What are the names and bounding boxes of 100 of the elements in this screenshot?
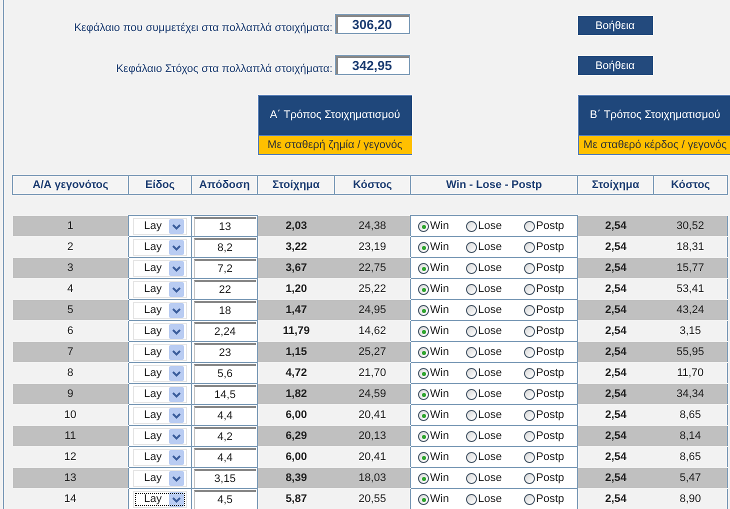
- odds-field[interactable]: 4,4: [194, 406, 256, 424]
- outcome-radio[interactable]: Lose: [466, 325, 524, 337]
- table-cell: 18,03: [358, 472, 386, 484]
- table-cell: 8: [67, 367, 74, 379]
- odds-field[interactable]: 18: [194, 300, 256, 320]
- table-cell: 24,38: [358, 220, 386, 232]
- outcome-radio[interactable]: Postp: [524, 493, 564, 505]
- outcome-radio[interactable]: Win: [418, 451, 466, 463]
- outcome-radio[interactable]: Win: [418, 493, 466, 505]
- outcome-radio[interactable]: Lose: [466, 430, 524, 442]
- outcome-radio[interactable]: Win: [418, 430, 466, 442]
- outcome-radio[interactable]: Win: [418, 472, 466, 484]
- table-cell: 8,65: [680, 409, 701, 421]
- table-cell: 9: [67, 388, 74, 400]
- table-cell: 20,55: [358, 493, 386, 505]
- table-cell: 11,70: [676, 367, 704, 379]
- outcome-radio[interactable]: Lose: [466, 346, 524, 358]
- odds-field[interactable]: 13: [194, 216, 256, 236]
- table-cell: 7: [67, 346, 74, 358]
- outcome-radio[interactable]: Postp: [524, 367, 564, 379]
- chevron-down-icon: [169, 450, 184, 464]
- type-dropdown[interactable]: Lay: [133, 490, 187, 508]
- table-cell: 6,00: [286, 451, 307, 463]
- table-cell: 3: [67, 262, 74, 274]
- outcome-radio[interactable]: Postp: [524, 241, 564, 253]
- column-header: Στοίχημα: [578, 176, 654, 194]
- outcome-radio[interactable]: Win: [418, 346, 466, 358]
- type-dropdown[interactable]: Lay: [133, 302, 187, 318]
- odds-field[interactable]: 14,5: [194, 384, 256, 404]
- outcome-radio[interactable]: Postp: [524, 430, 564, 442]
- outcome-radio[interactable]: Postp: [524, 409, 564, 421]
- outcome-radio[interactable]: Postp: [524, 283, 564, 295]
- outcome-radio[interactable]: Lose: [466, 220, 524, 232]
- odds-field[interactable]: 2,24: [194, 322, 256, 340]
- outcome-radio[interactable]: Postp: [524, 304, 564, 316]
- help-button[interactable]: Βοήθεια: [578, 16, 653, 35]
- outcome-radio[interactable]: Lose: [466, 493, 524, 505]
- outcome-radio[interactable]: Lose: [466, 367, 524, 379]
- outcome-radio[interactable]: Win: [418, 409, 466, 421]
- field-label: Κεφάλαιο Στόχος στα πολλαπλά στοιχήματα:: [116, 63, 334, 75]
- type-dropdown[interactable]: Lay: [133, 428, 187, 444]
- table-cell: 1,15: [286, 346, 307, 358]
- outcome-radio[interactable]: Win: [418, 283, 466, 295]
- capital-field[interactable]: 306,20: [334, 14, 410, 34]
- odds-field[interactable]: 22: [194, 280, 256, 298]
- outcome-radio[interactable]: Postp: [524, 388, 564, 400]
- outcome-radio[interactable]: Win: [418, 304, 466, 316]
- outcome-radio[interactable]: Win: [418, 262, 466, 274]
- outcome-radio[interactable]: Postp: [524, 220, 564, 232]
- type-dropdown[interactable]: Lay: [133, 448, 187, 466]
- type-dropdown[interactable]: Lay: [133, 406, 187, 424]
- odds-field[interactable]: 4,4: [194, 448, 256, 466]
- capital-field[interactable]: 342,95: [334, 55, 410, 75]
- outcome-radio[interactable]: Lose: [466, 283, 524, 295]
- type-dropdown[interactable]: Lay: [133, 344, 187, 360]
- odds-field[interactable]: 23: [194, 342, 256, 362]
- table-cell: 6: [67, 325, 74, 337]
- odds-field[interactable]: 4,2: [194, 426, 256, 446]
- odds-field[interactable]: 3,15: [194, 468, 256, 488]
- table-cell: 15,77: [676, 262, 704, 274]
- mode-title: Β΄ Τρόπος Στοιχηματισμού: [578, 96, 730, 135]
- outcome-radio[interactable]: Lose: [466, 304, 524, 316]
- outcome-radio[interactable]: Lose: [466, 451, 524, 463]
- outcome-radio[interactable]: Lose: [466, 241, 524, 253]
- outcome-radio[interactable]: Win: [418, 388, 466, 400]
- odds-field[interactable]: 8,2: [194, 238, 256, 256]
- type-dropdown[interactable]: Lay: [133, 218, 187, 234]
- odds-field[interactable]: 4,5: [194, 490, 256, 508]
- table-cell: 11,79: [282, 325, 310, 337]
- outcome-radio[interactable]: Win: [418, 241, 466, 253]
- table-cell: 1: [67, 220, 74, 232]
- table-cell: 1,47: [286, 304, 307, 316]
- column-header: Win - Lose - Postp: [410, 176, 578, 194]
- type-dropdown[interactable]: Lay: [133, 386, 187, 402]
- type-dropdown[interactable]: Lay: [133, 322, 187, 340]
- outcome-radio[interactable]: Lose: [466, 472, 524, 484]
- outcome-radio[interactable]: Lose: [466, 388, 524, 400]
- type-dropdown[interactable]: Lay: [133, 280, 187, 298]
- outcome-radio[interactable]: Lose: [466, 262, 524, 274]
- odds-field[interactable]: 5,6: [194, 364, 256, 382]
- odds-field[interactable]: 7,2: [194, 258, 256, 278]
- outcome-radio[interactable]: Postp: [524, 472, 564, 484]
- outcome-radio[interactable]: Postp: [524, 346, 564, 358]
- table-cell: 12: [64, 451, 76, 463]
- outcome-radio[interactable]: Postp: [524, 262, 564, 274]
- outcome-radio[interactable]: Win: [418, 325, 466, 337]
- outcome-radio[interactable]: Win: [418, 367, 466, 379]
- outcome-radio[interactable]: Postp: [524, 325, 564, 337]
- table-cell: 5: [67, 304, 74, 316]
- table-cell: 2,54: [605, 262, 626, 274]
- type-dropdown[interactable]: Lay: [133, 470, 187, 486]
- table-cell: 8,65: [680, 451, 701, 463]
- help-button[interactable]: Βοήθεια: [578, 56, 653, 75]
- type-dropdown[interactable]: Lay: [133, 238, 187, 256]
- type-dropdown[interactable]: Lay: [133, 364, 187, 382]
- type-dropdown[interactable]: Lay: [133, 260, 187, 276]
- outcome-radio[interactable]: Postp: [524, 451, 564, 463]
- table-cell: 2,54: [605, 451, 626, 463]
- outcome-radio[interactable]: Win: [418, 220, 466, 232]
- outcome-radio[interactable]: Lose: [466, 409, 524, 421]
